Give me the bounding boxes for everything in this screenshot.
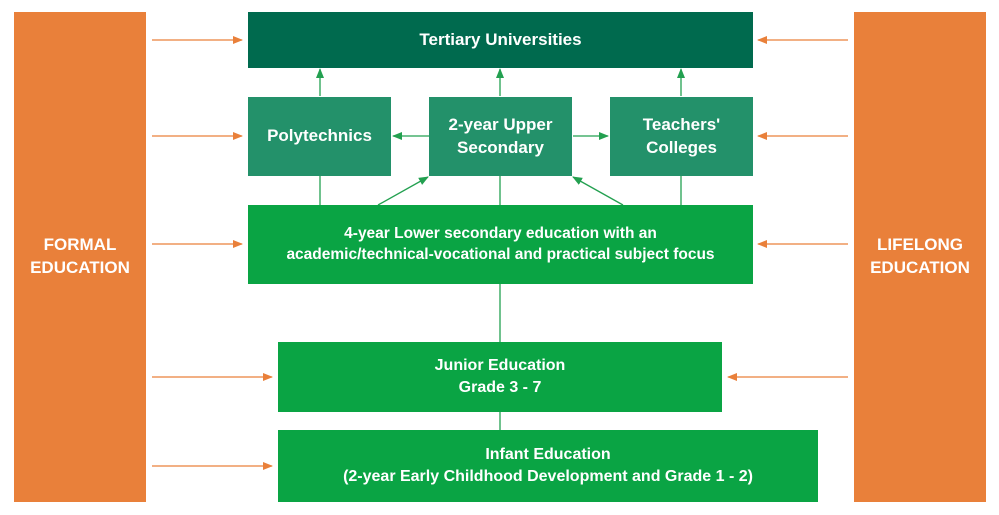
infant-education-label: Infant Education (2-year Early Childhood… <box>343 446 753 485</box>
upper-secondary-box: 2-year Upper Secondary <box>429 97 572 176</box>
infant-education-box: Infant Education (2-year Early Childhood… <box>278 430 818 502</box>
lower-secondary-box: 4-year Lower secondary education with an… <box>248 205 753 284</box>
junior-education-label: Junior Education Grade 3 - 7 <box>434 357 566 396</box>
arrow-lower-to-upper-right <box>572 176 624 206</box>
arrow-lower-to-upper-left <box>377 176 429 206</box>
tertiary-universities-box: Tertiary Universities <box>248 12 753 68</box>
teachers-colleges-label: Teachers' Colleges <box>642 114 721 157</box>
lower-secondary-label: 4-year Lower secondary education with an… <box>286 224 715 263</box>
polytechnics-box: Polytechnics <box>248 97 391 176</box>
tertiary-universities-label: Tertiary Universities <box>419 29 582 49</box>
upper-secondary-label: 2-year Upper Secondary <box>448 114 553 157</box>
formal-education-column: FORMAL EDUCATION <box>14 12 146 502</box>
formal-education-label: FORMAL EDUCATION <box>30 235 130 277</box>
teachers-colleges-box: Teachers' Colleges <box>610 97 753 176</box>
junior-education-box: Junior Education Grade 3 - 7 <box>278 342 722 412</box>
polytechnics-label: Polytechnics <box>267 126 372 146</box>
lifelong-education-label: LIFELONG EDUCATION <box>870 235 970 277</box>
lifelong-education-column: LIFELONG EDUCATION <box>854 12 986 502</box>
